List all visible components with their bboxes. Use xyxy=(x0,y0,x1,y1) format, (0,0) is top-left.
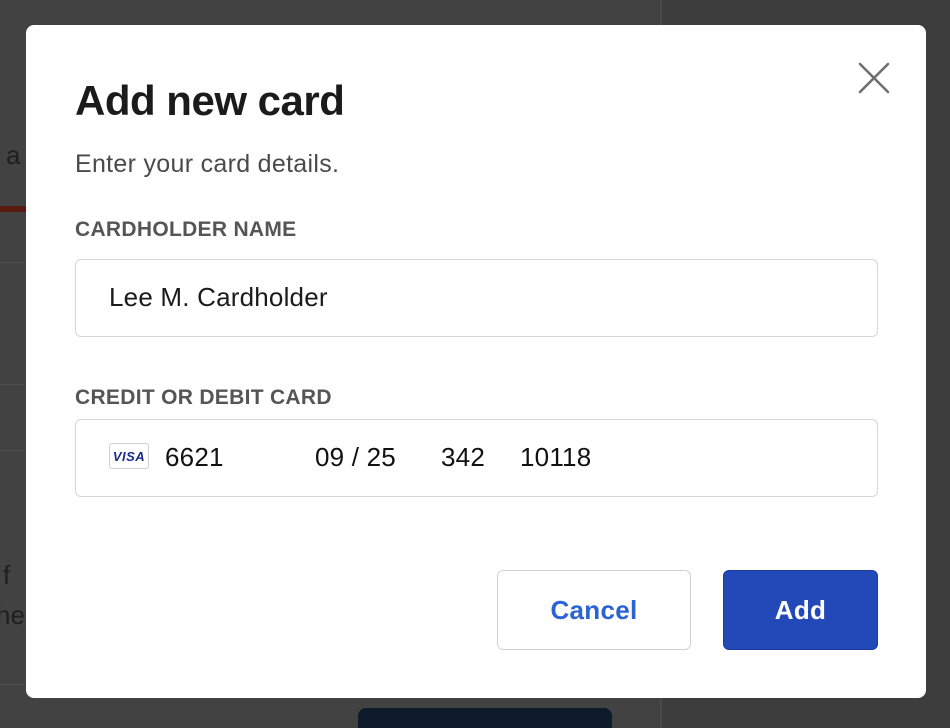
card-details-input[interactable]: VISA 6621 09 / 25 342 10118 xyxy=(75,419,878,497)
card-cvc-field[interactable]: 342 xyxy=(441,442,485,473)
card-brand-text: VISA xyxy=(112,449,146,464)
background-text: he xyxy=(0,600,25,630)
card-details-label: CREDIT OR DEBIT CARD xyxy=(75,386,332,409)
background-button xyxy=(358,708,612,728)
cardholder-name-value: Lee M. Cardholder xyxy=(109,282,328,312)
cancel-button[interactable]: Cancel xyxy=(497,570,691,650)
background-text: a xyxy=(6,140,21,170)
close-icon xyxy=(858,62,890,94)
add-card-dialog: Add new card Enter your card details. CA… xyxy=(26,25,926,698)
card-expiry-field[interactable]: 09 / 25 xyxy=(315,442,396,473)
card-zip-field[interactable]: 10118 xyxy=(520,442,591,473)
cardholder-name-label: CARDHOLDER NAME xyxy=(75,218,297,241)
cardholder-name-input[interactable]: Lee M. Cardholder xyxy=(75,259,878,337)
background-text: l f xyxy=(0,560,11,590)
close-button[interactable] xyxy=(854,58,894,98)
dialog-title: Add new card xyxy=(75,77,345,124)
card-number-field[interactable]: 6621 xyxy=(165,442,224,473)
add-button[interactable]: Add xyxy=(723,570,878,650)
dialog-subtitle: Enter your card details. xyxy=(75,150,340,178)
visa-icon: VISA xyxy=(109,443,149,469)
